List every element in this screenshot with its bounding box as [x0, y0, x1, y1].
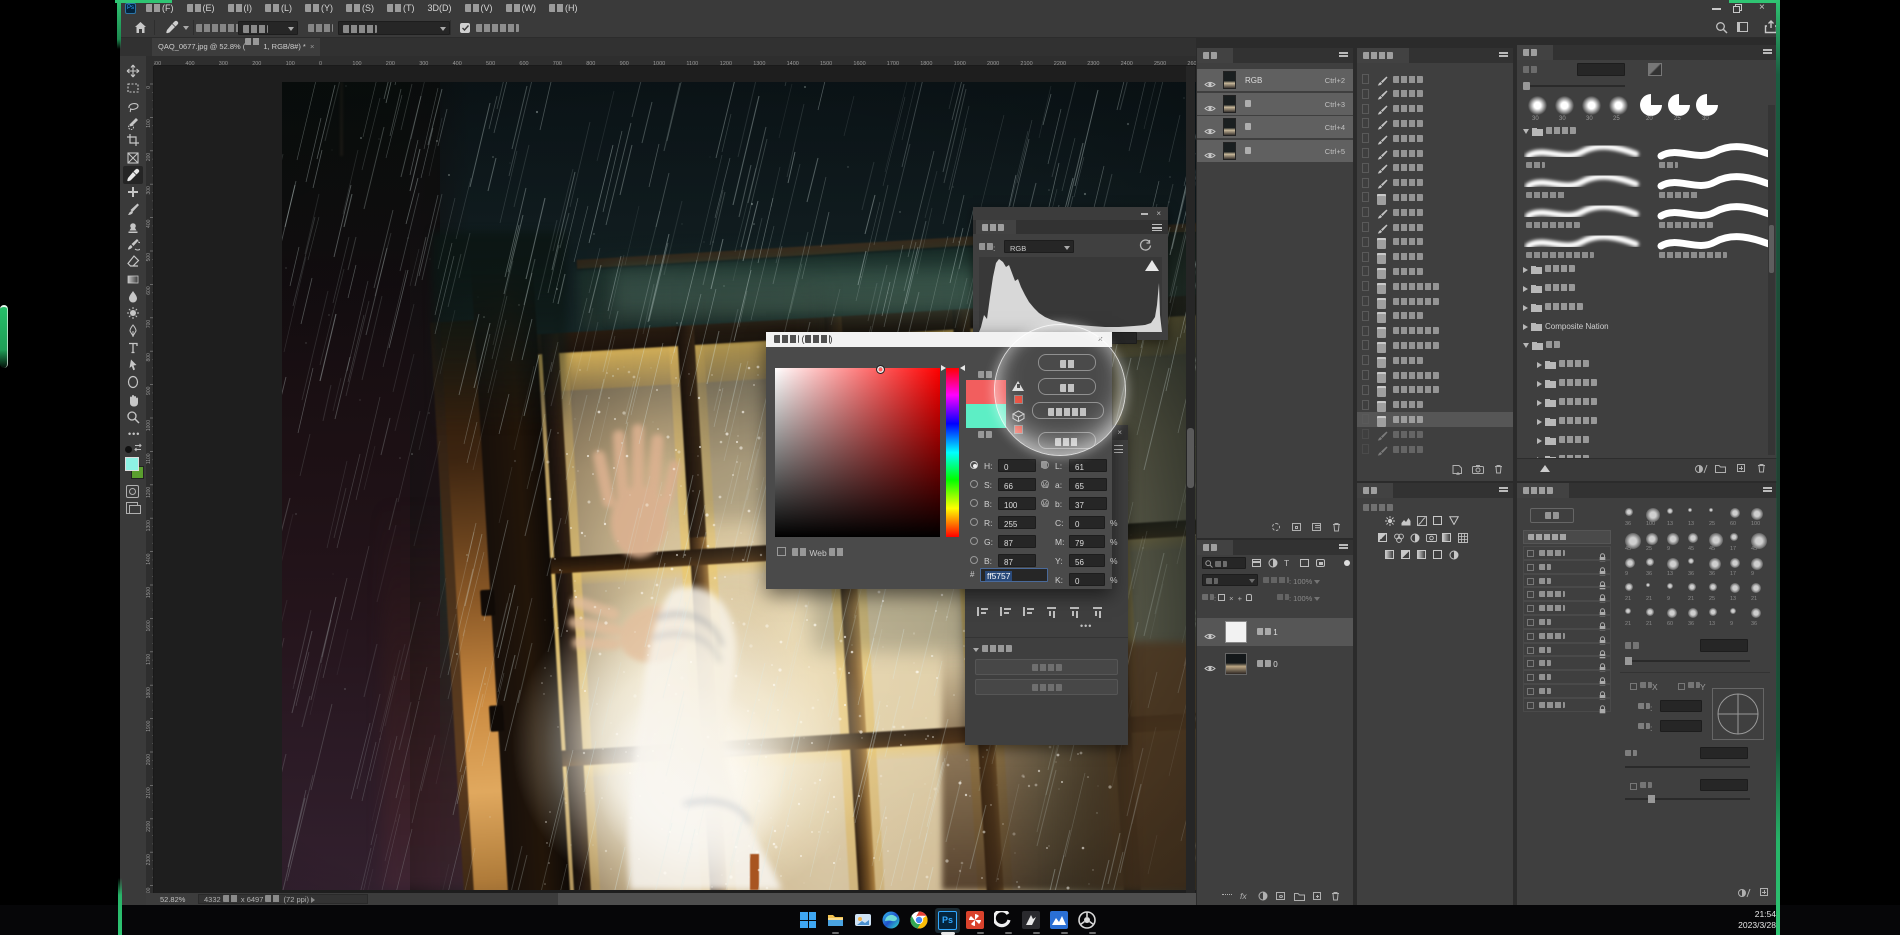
svg-text:700: 700: [553, 61, 562, 66]
svg-text:800: 800: [586, 61, 595, 66]
svg-text:1100: 1100: [686, 61, 698, 66]
svg-text:0: 0: [319, 61, 322, 66]
svg-text:2200: 2200: [1054, 61, 1066, 66]
svg-text:2000: 2000: [987, 61, 999, 66]
svg-text:0: 0: [146, 86, 152, 89]
svg-text:2100: 2100: [146, 787, 152, 798]
svg-text:2400: 2400: [1121, 61, 1133, 66]
svg-text:1300: 1300: [753, 61, 765, 66]
svg-text:1600: 1600: [146, 620, 152, 631]
svg-text:400: 400: [146, 219, 152, 228]
svg-text:2200: 2200: [146, 821, 152, 832]
svg-text:1400: 1400: [787, 61, 799, 66]
svg-text:1800: 1800: [146, 687, 152, 698]
svg-text:600: 600: [146, 286, 152, 295]
svg-text:200: 200: [146, 153, 152, 162]
svg-text:2100: 2100: [1020, 61, 1032, 66]
svg-text:1400: 1400: [146, 553, 152, 564]
svg-text:2300: 2300: [1087, 61, 1099, 66]
svg-text:1200: 1200: [720, 61, 732, 66]
svg-text:1500: 1500: [820, 61, 832, 66]
svg-text:1900: 1900: [146, 720, 152, 731]
svg-text:100: 100: [146, 119, 152, 128]
svg-text:800: 800: [146, 353, 152, 362]
svg-text:400: 400: [453, 61, 462, 66]
svg-text:1700: 1700: [146, 654, 152, 665]
svg-text:1800: 1800: [920, 61, 932, 66]
svg-text:100: 100: [286, 61, 295, 66]
svg-text:300: 300: [419, 61, 428, 66]
svg-text:2000: 2000: [146, 754, 152, 765]
svg-text:2500: 2500: [1154, 61, 1166, 66]
svg-text:1200: 1200: [146, 487, 152, 498]
svg-text:500: 500: [146, 253, 152, 262]
svg-text:1000: 1000: [653, 61, 665, 66]
svg-text:300: 300: [219, 61, 228, 66]
svg-text:1600: 1600: [853, 61, 865, 66]
svg-text:1300: 1300: [146, 520, 152, 531]
svg-text:700: 700: [146, 320, 152, 329]
svg-text:900: 900: [620, 61, 629, 66]
svg-text:900: 900: [146, 386, 152, 395]
svg-text:200: 200: [252, 61, 261, 66]
svg-text:600: 600: [519, 61, 528, 66]
svg-text:2300: 2300: [146, 854, 152, 865]
svg-text:100: 100: [352, 61, 361, 66]
svg-text:1500: 1500: [146, 587, 152, 598]
svg-text:500: 500: [486, 61, 495, 66]
svg-text:300: 300: [146, 186, 152, 195]
svg-text:200: 200: [386, 61, 395, 66]
svg-text:1000: 1000: [146, 420, 152, 431]
svg-text:1100: 1100: [146, 453, 152, 464]
svg-text:1700: 1700: [887, 61, 899, 66]
svg-text:1900: 1900: [954, 61, 966, 66]
svg-text:400: 400: [185, 61, 194, 66]
